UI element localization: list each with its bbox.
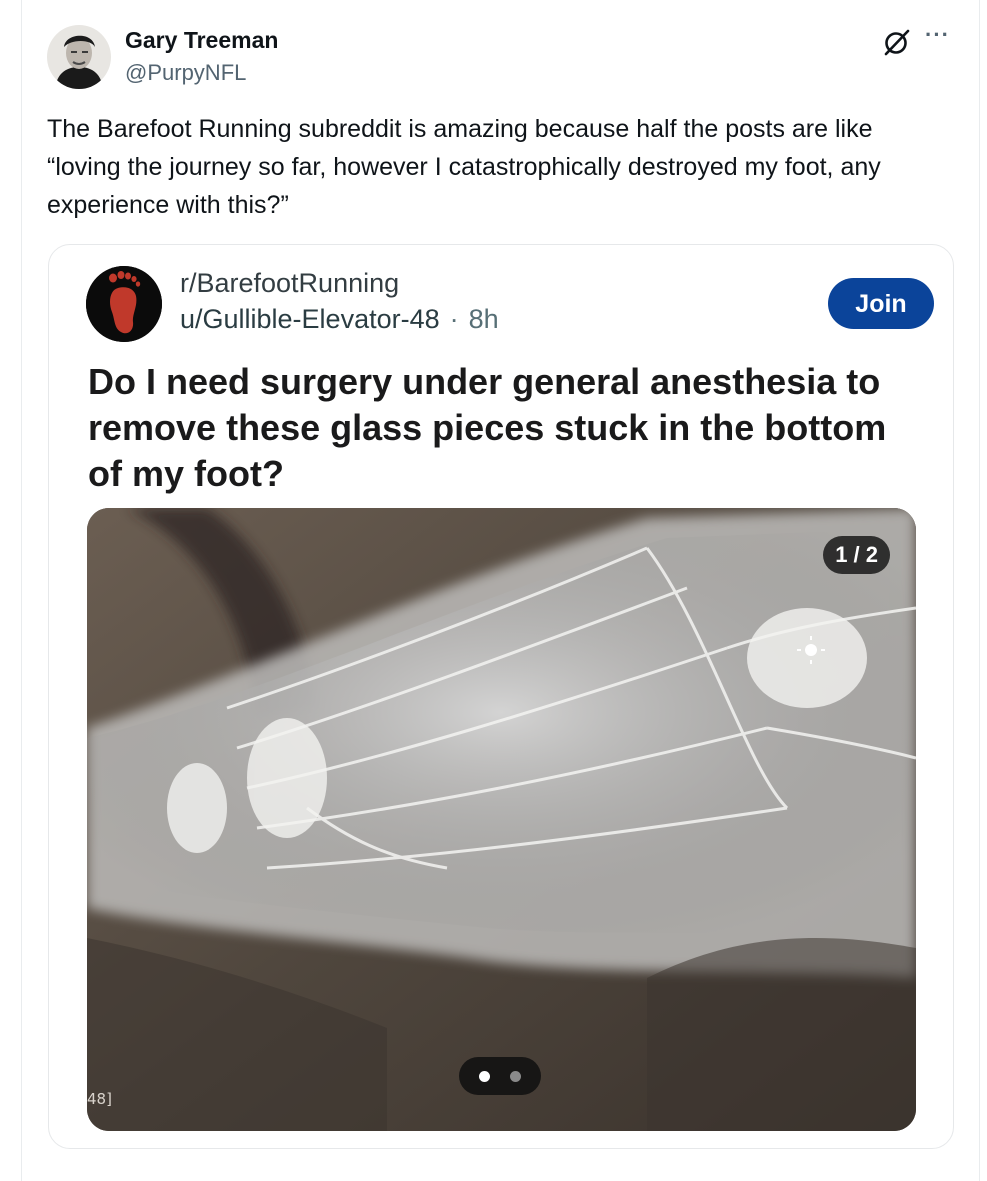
author-name[interactable]: Gary Treeman	[125, 27, 278, 54]
author-handle[interactable]: @PurpyNFL	[125, 60, 246, 86]
post-time: 8h	[468, 304, 499, 334]
post-author-username[interactable]: u/Gullible-Elevator-48	[180, 304, 440, 334]
more-options-icon[interactable]: ···	[925, 22, 950, 48]
media-counter: 1 / 2	[823, 536, 890, 574]
film-label: 48]	[87, 1090, 112, 1108]
carousel-indicator[interactable]	[459, 1057, 541, 1095]
right-border	[979, 0, 980, 1181]
foot-icon	[86, 266, 162, 342]
author-avatar[interactable]	[47, 25, 111, 89]
meta-separator: ·	[449, 304, 459, 334]
subreddit-name[interactable]: r/BarefootRunning	[180, 268, 399, 299]
post-image-xray[interactable]: 1 / 2 48]	[87, 508, 916, 1131]
post-meta: u/Gullible-Elevator-48 · 8h	[180, 304, 499, 335]
tweet-text: The Barefoot Running subreddit is amazin…	[47, 115, 881, 219]
carousel-dot-active[interactable]	[479, 1071, 490, 1082]
avatar-portrait-icon	[47, 25, 111, 89]
post-title[interactable]: Do I need surgery under general anesthes…	[88, 359, 928, 497]
grok-icon[interactable]	[882, 27, 912, 57]
subreddit-icon[interactable]	[86, 266, 162, 342]
embedded-reddit-post-card[interactable]: r/BarefootRunning u/Gullible-Elevator-48…	[48, 244, 954, 1149]
tweet-container: Gary Treeman @PurpyNFL ··· The Barefoot …	[0, 0, 987, 1181]
join-button[interactable]: Join	[828, 278, 934, 329]
carousel-dot[interactable]	[510, 1071, 521, 1082]
left-border	[21, 0, 22, 1181]
xray-foot-image	[87, 508, 916, 1131]
